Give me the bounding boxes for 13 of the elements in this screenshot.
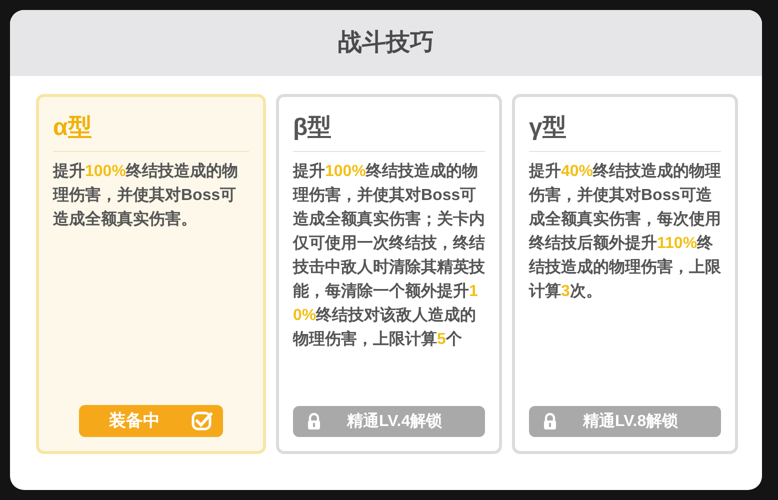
skill-description: 提升100%终结技造成的物理伤害，并使其对Boss可造成全额真实伤害；关卡内仅可使用一次终结技，终结技击中敌人时清除其精英技能，每清除一个额外提升10%终结技对该敌人造成的物理伤害，上限计算5个	[293, 161, 486, 350]
check-icon	[191, 411, 213, 431]
skill-card[interactable]: α型 提升100%终结技造成的物理伤害，并使其对Boss可造成全额真实伤害。 装备中	[36, 94, 266, 454]
card-title: γ型	[529, 113, 721, 152]
card-title: α型	[53, 113, 249, 152]
card-title: β型	[293, 113, 485, 152]
lock-icon	[307, 413, 321, 430]
dialog-title: 战斗技巧	[338, 28, 434, 58]
skill-description: 提升40%终结技造成的物理伤害，并使其对Boss可造成全额真实伤害，每次使用终结技后额外提升110%终结技造成的物理伤害，上限计算3次。	[529, 161, 722, 302]
skill-card[interactable]: β型 提升100%终结技造成的物理伤害，并使其对Boss可造成全额真实伤害；关卡内仅可使用一次终结技，终结技击中敌人时清除其精英技能，每清除一个额外提升10%终结技对该敌人造成的物理伤害，上限计算5个 精通LV.4解锁	[276, 94, 502, 454]
skill-card[interactable]: γ型 提升40%终结技造成的物理伤害，并使其对Boss可造成全额真实伤害，每次使用终结技后额外提升110%终结技造成的物理伤害，上限计算3次。 精通LV.8解锁	[512, 94, 738, 454]
lock-icon	[543, 413, 557, 430]
skill-description: 提升100%终结技造成的物理伤害，并使其对Boss可造成全额真实伤害。	[53, 161, 239, 230]
